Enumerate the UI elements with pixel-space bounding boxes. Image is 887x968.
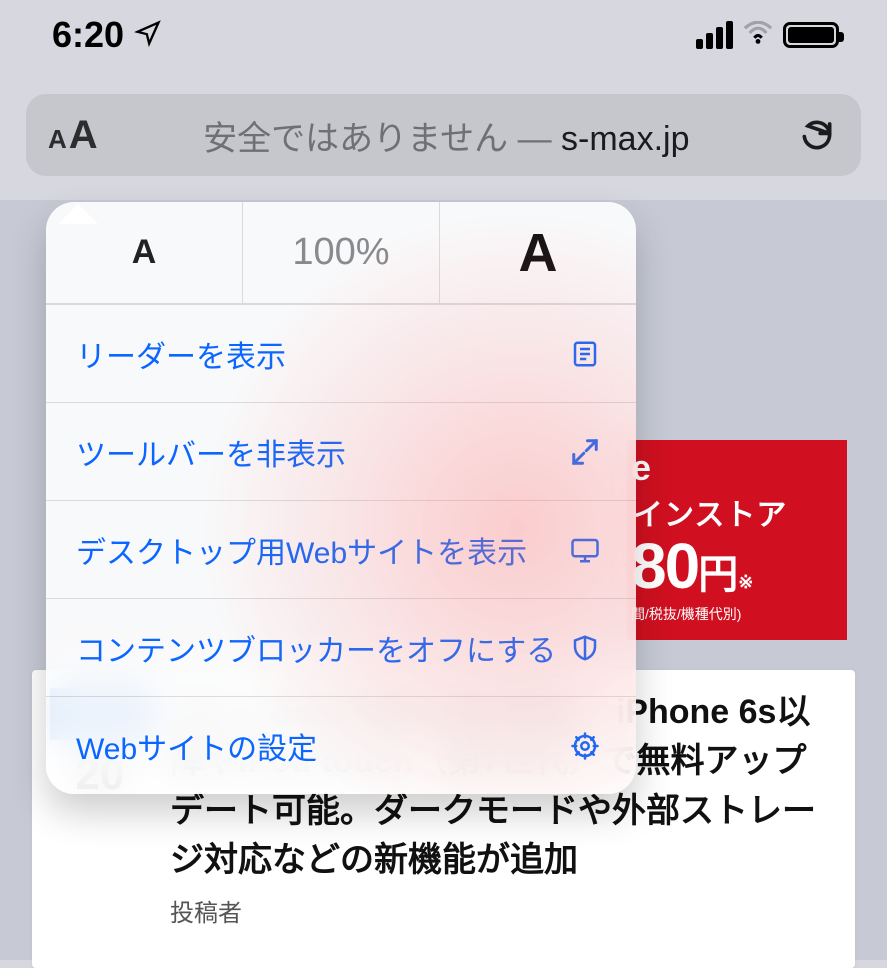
article-byline: 投稿者 xyxy=(170,893,837,928)
zoom-in-button[interactable]: A xyxy=(440,202,636,303)
content-blocker-item[interactable]: コンテンツブロッカーをオフにする xyxy=(46,598,636,696)
reload-button[interactable] xyxy=(795,113,839,157)
ad-sub: 間/税抜/機種代別) xyxy=(627,600,847,624)
show-reader-label: リーダーを表示 xyxy=(76,332,564,376)
banner-ad[interactable]: e インストア 80 円 ※ 間/税抜/機種代別) xyxy=(627,440,847,640)
zoom-row: A 100% A xyxy=(46,202,636,304)
location-services-icon xyxy=(134,14,162,56)
expand-icon xyxy=(564,437,606,467)
insecure-label: 安全ではありません — xyxy=(203,120,561,158)
ad-price: 80 xyxy=(631,534,698,598)
status-bar: 6:20 xyxy=(0,0,887,70)
zoom-level-button[interactable]: 100% xyxy=(242,202,440,303)
request-desktop-item[interactable]: デスクトップ用Webサイトを表示 xyxy=(46,500,636,598)
wifi-icon xyxy=(743,21,773,50)
cellular-icon xyxy=(696,21,733,49)
hide-toolbar-label: ツールバーを非表示 xyxy=(76,430,564,474)
request-desktop-label: デスクトップ用Webサイトを表示 xyxy=(76,528,564,572)
hide-toolbar-item[interactable]: ツールバーを非表示 xyxy=(46,402,636,500)
ad-line1: インストア xyxy=(627,486,847,534)
gear-icon xyxy=(564,731,606,761)
address-bar[interactable]: AA 安全ではありません — s-max.jp xyxy=(26,94,861,176)
reader-icon xyxy=(564,339,606,369)
address-label[interactable]: 安全ではありません — s-max.jp xyxy=(98,111,795,160)
website-settings-label: Webサイトの設定 xyxy=(76,724,564,768)
ad-yen: 円 xyxy=(698,542,738,600)
battery-icon xyxy=(783,22,839,48)
website-settings-item[interactable]: Webサイトの設定 xyxy=(46,696,636,794)
shield-icon xyxy=(564,633,606,663)
status-time: 6:20 xyxy=(52,14,124,56)
page-format-popover: A 100% A リーダーを表示 ツールバーを非表示 デスクトップ用Webサイト… xyxy=(46,202,636,794)
show-reader-item[interactable]: リーダーを表示 xyxy=(46,304,636,402)
host-label: s-max.jp xyxy=(561,120,689,158)
desktop-icon xyxy=(564,535,606,565)
zoom-out-button[interactable]: A xyxy=(46,202,242,303)
content-blocker-label: コンテンツブロッカーをオフにする xyxy=(76,626,564,670)
page-format-menu-button[interactable]: AA xyxy=(48,113,98,158)
